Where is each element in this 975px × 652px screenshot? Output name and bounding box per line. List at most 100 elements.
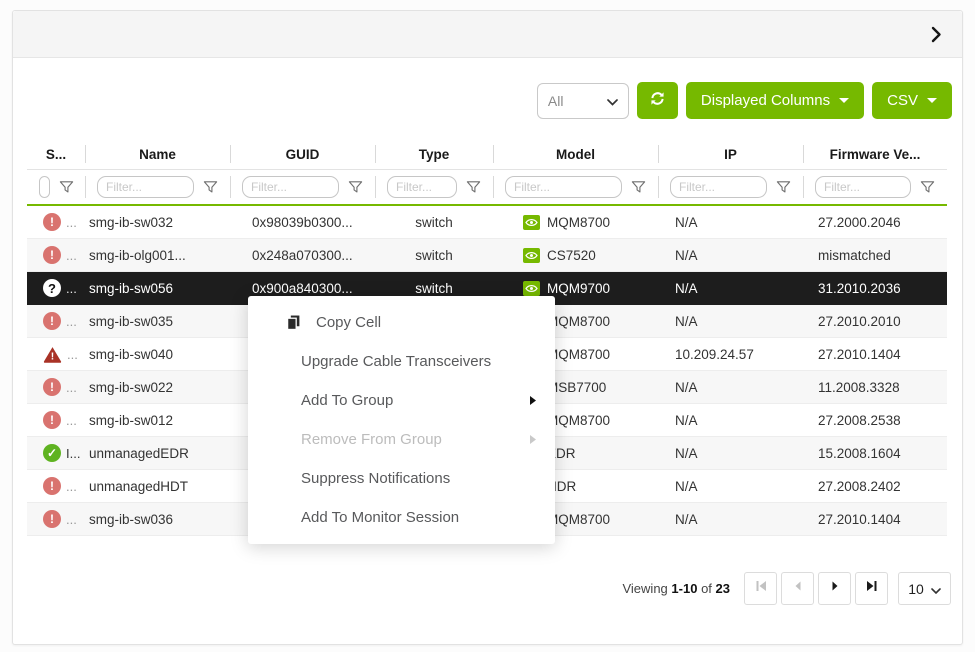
displayed-columns-label: Displayed Columns: [701, 92, 830, 109]
menu-item-label: Add To Monitor Session: [301, 509, 459, 526]
name-cell: smg-ib-sw035: [85, 305, 230, 337]
screen: All Displayed Columns: [0, 0, 975, 652]
error-status-icon: !: [43, 510, 61, 528]
severity-cell: ?...: [27, 272, 85, 304]
column-header-ip[interactable]: IP: [658, 139, 803, 169]
chevron-down-icon: [607, 93, 618, 109]
severity-cell: !...: [27, 470, 85, 502]
warning-status-icon: !: [43, 346, 62, 363]
menu-item-copy-cell[interactable]: Copy Cell: [248, 303, 555, 342]
column-header-name[interactable]: Name: [85, 139, 230, 169]
ip-cell: N/A: [658, 371, 803, 403]
menu-item-suppress-notifications[interactable]: Suppress Notifications: [248, 459, 555, 498]
severity-text: ...: [66, 479, 77, 494]
name-cell: unmanagedEDR: [85, 437, 230, 469]
severity-cell: ✓I...: [27, 437, 85, 469]
filter-funnel-icon[interactable]: [203, 180, 218, 194]
table-toolbar: All Displayed Columns: [13, 82, 952, 119]
table-filter-row: [27, 169, 947, 206]
severity-cell: !...: [27, 338, 85, 370]
context-menu: Copy CellUpgrade Cable TransceiversAdd T…: [248, 296, 555, 544]
displayed-columns-button[interactable]: Displayed Columns: [686, 82, 864, 119]
menu-item-add-to-group[interactable]: Add To Group: [248, 381, 555, 420]
menu-item-label: Copy Cell: [316, 314, 381, 331]
firmware-cell: 27.2008.2402: [803, 470, 947, 502]
table-row-smg-ib-sw032[interactable]: !...smg-ib-sw0320x98039b0300...switchMQM…: [27, 206, 947, 239]
ip-cell: N/A: [658, 305, 803, 337]
filter-input-model[interactable]: [505, 176, 622, 198]
menu-item-upgrade-cable-transceivers[interactable]: Upgrade Cable Transceivers: [248, 342, 555, 381]
firmware-cell: 31.2010.2036: [803, 272, 947, 304]
first-page-button[interactable]: [744, 572, 777, 605]
column-header-guid[interactable]: GUID: [230, 139, 375, 169]
severity-cell: !...: [27, 404, 85, 436]
guid-cell: 0x248a070300...: [230, 239, 375, 271]
column-header-type[interactable]: Type: [375, 139, 493, 169]
column-header-s[interactable]: S...: [27, 139, 85, 169]
page-size-value: 10: [908, 581, 924, 597]
filter-input-firmware-ve[interactable]: [815, 176, 911, 198]
error-status-icon: !: [43, 411, 61, 429]
csv-button[interactable]: CSV: [872, 82, 952, 119]
submenu-arrow-icon: [529, 395, 537, 406]
severity-text: ...: [67, 347, 78, 362]
filter-cell-s: [27, 170, 85, 204]
column-header-model[interactable]: Model: [493, 139, 658, 169]
firmware-cell: 27.2010.1404: [803, 503, 947, 535]
filter-input-s[interactable]: [39, 176, 50, 198]
ip-cell: N/A: [658, 239, 803, 271]
severity-text: I...: [66, 446, 80, 461]
filter-funnel-icon[interactable]: [466, 180, 481, 194]
filter-funnel-icon[interactable]: [776, 180, 791, 194]
ip-cell: 10.209.24.57: [658, 338, 803, 370]
nvidia-logo-icon: [523, 248, 540, 263]
unknown-status-icon: ?: [43, 279, 61, 297]
filter-cell-guid: [230, 170, 375, 204]
previous-page-icon: [791, 579, 805, 598]
menu-item-label: Remove From Group: [301, 431, 442, 448]
error-status-icon: !: [43, 477, 61, 495]
filter-funnel-icon[interactable]: [59, 180, 74, 194]
filter-input-ip[interactable]: [670, 176, 767, 198]
last-page-button[interactable]: [855, 572, 888, 605]
severity-cell: !...: [27, 305, 85, 337]
filter-funnel-icon[interactable]: [920, 180, 935, 194]
model-text: MQM9700: [547, 281, 610, 296]
viewing-range: 1-10: [671, 581, 697, 596]
filter-input-type[interactable]: [387, 176, 457, 198]
copy-icon: [286, 315, 301, 330]
filter-input-guid[interactable]: [242, 176, 339, 198]
refresh-button[interactable]: [637, 82, 678, 119]
severity-text: ...: [66, 314, 77, 329]
scope-filter-value: All: [548, 93, 564, 109]
nvidia-logo-icon: [523, 215, 540, 230]
previous-page-button[interactable]: [781, 572, 814, 605]
model-text: MQM8700: [547, 215, 610, 230]
filter-input-name[interactable]: [97, 176, 194, 198]
name-cell: smg-ib-olg001...: [85, 239, 230, 271]
chevron-down-icon: [931, 581, 941, 597]
filter-cell-model: [493, 170, 658, 204]
scope-filter-select[interactable]: All: [537, 83, 629, 119]
filter-funnel-icon[interactable]: [348, 180, 363, 194]
severity-cell: !...: [27, 206, 85, 238]
firmware-cell: 27.2000.2046: [803, 206, 947, 238]
filter-cell-type: [375, 170, 493, 204]
filter-funnel-icon[interactable]: [631, 180, 646, 194]
menu-item-add-to-monitor-session[interactable]: Add To Monitor Session: [248, 498, 555, 537]
filter-cell-name: [85, 170, 230, 204]
name-cell: unmanagedHDT: [85, 470, 230, 502]
next-page-button[interactable]: [818, 572, 851, 605]
column-header-firmware-ve[interactable]: Firmware Ve...: [803, 139, 947, 169]
collapse-panel-icon[interactable]: [931, 26, 942, 43]
severity-text: ...: [66, 215, 77, 230]
page-size-select[interactable]: 10: [898, 572, 951, 605]
model-cell: CS7520: [493, 239, 658, 271]
first-page-icon: [754, 579, 768, 598]
severity-cell: !...: [27, 503, 85, 535]
table-row-smg-ib-olg001...[interactable]: !...smg-ib-olg001...0x248a070300...switc…: [27, 239, 947, 272]
menu-item-remove-from-group: Remove From Group: [248, 420, 555, 459]
error-status-icon: !: [43, 213, 61, 231]
nvidia-logo-icon: [523, 281, 540, 296]
next-page-icon: [828, 579, 842, 598]
